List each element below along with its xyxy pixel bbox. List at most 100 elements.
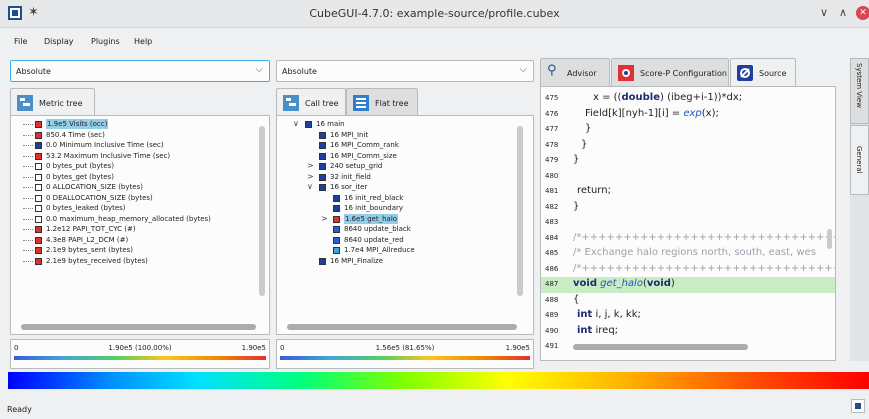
call-color-swatch: [333, 205, 340, 212]
window-title: CubeGUI-4.7.0: example-source/profile.cu…: [309, 7, 560, 20]
call-tree-item-label: 16 init_boundary: [344, 204, 404, 212]
metric-color-swatch: [35, 257, 42, 265]
call-color-swatch: [333, 236, 340, 244]
menu-display[interactable]: Display: [44, 37, 74, 46]
tree-connector: [23, 187, 33, 188]
tree-connector: [23, 155, 33, 157]
call-value-scale: 0 1.56e5 (81.65%) 1.90e5: [276, 339, 534, 369]
metric-tree-item-label: 53.2 Maximum Inclusive Time (sec): [46, 151, 171, 160]
call-tree-item-label: 16 main: [316, 120, 345, 128]
source-vertical-scrollbar[interactable]: [827, 229, 832, 249]
tab-metric-tree[interactable]: Metric tree: [10, 88, 95, 116]
source-line-number: 478: [545, 140, 559, 149]
call-tree-item-label: 16 init_red_black: [344, 193, 404, 202]
tree-connector: [23, 239, 33, 241]
source-line-number: 483: [545, 218, 559, 226]
source-line-number: 480: [545, 171, 559, 180]
menu-file[interactable]: File: [14, 37, 27, 46]
metric-tree-item-label: 0.0 maximum_heap_memory_allocated (bytes…: [46, 214, 211, 223]
call-color-swatch: [319, 257, 326, 265]
metric-horizontal-scrollbar[interactable]: [21, 324, 256, 330]
call-mode-select[interactable]: Absolute ⌵: [276, 60, 534, 82]
call-tree-icon: [283, 95, 299, 111]
source-line: 485 /* Exchange halo regions north, south…: [541, 246, 835, 262]
call-tree-item-label: 1.6e5 get_halo: [344, 213, 399, 224]
call-vertical-scrollbar[interactable]: [517, 126, 523, 296]
tree-connector: [23, 208, 33, 209]
metric-tree-item-label: 0 ALLOCATION_SIZE (bytes): [46, 183, 143, 191]
tab-general[interactable]: General: [850, 125, 869, 195]
chevron-right-icon[interactable]: >: [307, 161, 314, 171]
call-tree-item-label: 16 sor_iter: [330, 183, 368, 191]
close-button[interactable]: ✕: [856, 6, 869, 20]
menu-help[interactable]: Help: [134, 37, 152, 46]
tab-system-view[interactable]: System View: [850, 58, 869, 124]
tree-connector: [23, 145, 33, 146]
metric-tree-item-label: 0.0 Minimum Inclusive Time (sec): [46, 141, 164, 149]
tab-source[interactable]: Source: [730, 58, 796, 86]
title-bar: ✶ CubeGUI-4.7.0: example-source/profile.…: [0, 0, 869, 28]
metric-color-swatch: [35, 184, 42, 191]
maximize-button[interactable]: ∧: [836, 6, 850, 19]
minimize-button[interactable]: ∨: [817, 6, 831, 19]
source-line: 481 return;: [541, 184, 835, 200]
tab-advisor[interactable]: ⚲ Advisor: [540, 58, 610, 86]
menu-bar: File Display Plugins Help: [0, 28, 869, 50]
tree-connector: [23, 260, 33, 262]
tab-scorep-configuration[interactable]: Score-P Configuration: [611, 58, 729, 86]
metric-mode-value: Absolute: [16, 67, 51, 76]
chevron-down-icon[interactable]: ∨: [307, 182, 313, 192]
metric-tree-item-label: 850.4 Time (sec): [46, 130, 105, 139]
tree-connector: [23, 218, 33, 220]
chevron-right-icon[interactable]: >: [321, 214, 328, 224]
metric-mode-select[interactable]: Absolute ⌵: [10, 60, 270, 82]
app-corner-icon[interactable]: [851, 399, 865, 413]
call-mode-value: Absolute: [282, 67, 317, 76]
source-line-number: 477: [545, 125, 559, 133]
call-tree-item-label: 16 MPI_Comm_rank: [330, 141, 399, 149]
metric-color-swatch: [35, 205, 42, 212]
source-line: 484 /*+++++++++++++++++++++++++++++++++++…: [541, 231, 835, 247]
tab-label: System View: [855, 63, 863, 108]
source-line-text: }: [573, 200, 580, 212]
source-line-text: void get_halo(void): [573, 278, 675, 289]
tab-call-tree[interactable]: Call tree: [276, 88, 346, 116]
advisor-icon: ⚲: [547, 63, 557, 78]
tab-label: Source: [759, 69, 787, 78]
call-horizontal-scrollbar[interactable]: [287, 324, 517, 330]
tab-flat-tree[interactable]: Flat tree: [346, 88, 418, 116]
call-tree-item-label: 32 init_field: [330, 172, 371, 181]
scorep-icon: [618, 65, 634, 81]
call-color-swatch: [319, 163, 326, 170]
source-line-text: return;: [577, 185, 611, 196]
source-line: 490 int ireq;: [541, 324, 835, 340]
tab-label: Flat tree: [375, 99, 409, 108]
metric-vertical-scrollbar[interactable]: [259, 126, 265, 296]
call-tree-item-label: 16 MPI_Comm_size: [330, 151, 397, 160]
metric-color-swatch: [35, 215, 42, 223]
source-line: 477}: [541, 122, 835, 138]
metric-tree-item-label: 0 bytes_get (bytes): [46, 172, 114, 181]
menu-plugins[interactable]: Plugins: [91, 37, 120, 46]
metric-tree-item-label: 2.1e9 bytes_sent (bytes): [46, 246, 134, 254]
tab-label: Call tree: [305, 99, 339, 108]
source-line-number: 475: [545, 94, 559, 102]
chevron-down-icon[interactable]: ∨: [293, 119, 299, 129]
source-line-number: 476: [545, 109, 559, 118]
source-line: 483: [541, 215, 835, 231]
metric-color-swatch: [35, 194, 42, 202]
tree-connector: [23, 229, 33, 230]
call-color-swatch: [333, 215, 340, 223]
source-line-number: 490: [545, 326, 559, 335]
metric-tree-icon: [17, 95, 33, 111]
source-line-text: {: [573, 293, 580, 305]
chevron-right-icon[interactable]: >: [307, 172, 314, 182]
source-horizontal-scrollbar[interactable]: [573, 344, 748, 350]
source-code-view[interactable]: 475 x = ((double) (ibeg+i-1))*dx; 476 Field…: [540, 86, 836, 361]
source-line-number: 487: [545, 280, 559, 288]
metric-tree-item-label: 1.2e12 PAPI_TOT_CYC (#): [46, 225, 136, 233]
source-line-text: x = ((double) (ibeg+i-1))*dx;: [593, 92, 743, 103]
call-color-swatch: [319, 131, 326, 139]
source-line-number: 481: [545, 187, 559, 195]
flat-tree-icon: [353, 95, 369, 111]
